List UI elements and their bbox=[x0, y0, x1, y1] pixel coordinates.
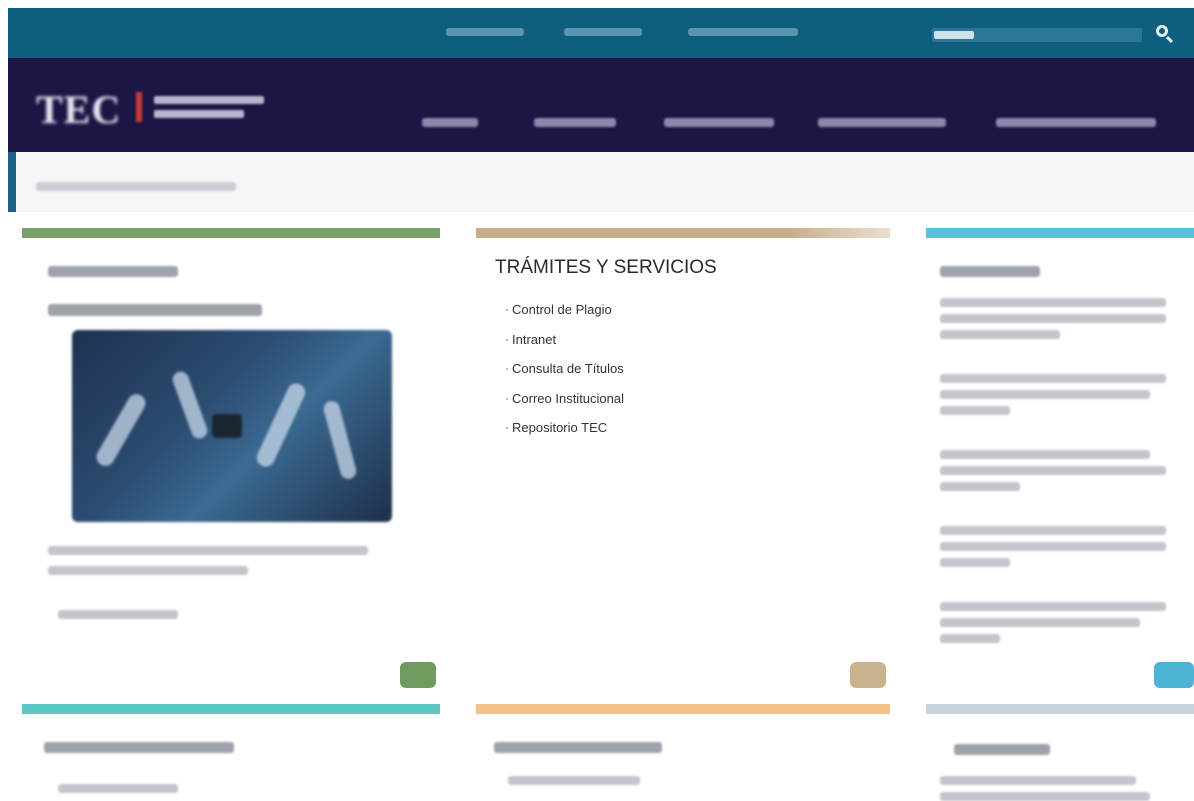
right-card bbox=[926, 228, 1194, 690]
tramites-list: Control de Plagio Intranet Consulta de T… bbox=[506, 301, 624, 449]
link-consulta-de-titulos[interactable]: Consulta de Títulos bbox=[512, 361, 624, 376]
more-button[interactable] bbox=[400, 662, 436, 688]
more-button[interactable] bbox=[1154, 662, 1194, 688]
card-heading bbox=[44, 742, 234, 753]
card-rule bbox=[926, 228, 1194, 238]
news-line[interactable] bbox=[940, 618, 1140, 627]
card-heading bbox=[954, 744, 1050, 755]
news-line[interactable] bbox=[940, 634, 1000, 643]
link-repositorio-tec[interactable]: Repositorio TEC bbox=[512, 420, 607, 435]
news-line[interactable] bbox=[940, 466, 1166, 475]
card-heading bbox=[940, 266, 1040, 277]
tramites-item[interactable]: Consulta de Títulos bbox=[506, 360, 624, 390]
tec-logo[interactable]: TEC bbox=[36, 80, 276, 132]
tramites-item[interactable]: Repositorio TEC bbox=[506, 419, 624, 449]
main-navbar: TEC bbox=[8, 58, 1194, 152]
bottom-left-card bbox=[22, 704, 440, 800]
nav-item[interactable] bbox=[996, 118, 1156, 127]
top-utility-bar bbox=[8, 8, 1194, 58]
card-text bbox=[48, 546, 368, 555]
card-rule bbox=[926, 704, 1194, 714]
news-line[interactable] bbox=[940, 314, 1166, 323]
breadcrumb bbox=[8, 152, 1194, 212]
card-heading bbox=[48, 266, 178, 277]
card-heading bbox=[494, 742, 662, 753]
tramites-item[interactable]: Intranet bbox=[506, 331, 624, 361]
top-link[interactable] bbox=[446, 28, 524, 36]
more-button[interactable] bbox=[850, 662, 886, 688]
tramites-item[interactable]: Correo Institucional bbox=[506, 390, 624, 420]
card-rule bbox=[22, 704, 440, 714]
news-line[interactable] bbox=[940, 776, 1136, 785]
news-line[interactable] bbox=[940, 602, 1166, 611]
news-line[interactable] bbox=[940, 390, 1150, 399]
nav-item[interactable] bbox=[664, 118, 774, 127]
news-line[interactable] bbox=[940, 374, 1166, 383]
card-link[interactable] bbox=[58, 784, 178, 793]
video-thumbnail[interactable] bbox=[72, 330, 392, 522]
card-rule bbox=[476, 228, 890, 238]
news-line[interactable] bbox=[940, 558, 1010, 567]
link-intranet[interactable]: Intranet bbox=[512, 332, 556, 347]
card-rule bbox=[22, 228, 440, 238]
card-subheading bbox=[48, 304, 262, 316]
top-link[interactable] bbox=[688, 28, 798, 36]
play-icon[interactable] bbox=[212, 414, 242, 438]
nav-item[interactable] bbox=[422, 118, 478, 127]
bottom-center-card bbox=[476, 704, 890, 800]
nav-item[interactable] bbox=[818, 118, 946, 127]
news-line[interactable] bbox=[940, 482, 1020, 491]
card-text bbox=[48, 566, 248, 575]
news-line[interactable] bbox=[940, 330, 1060, 339]
news-line[interactable] bbox=[940, 450, 1150, 459]
top-link[interactable] bbox=[564, 28, 642, 36]
news-line[interactable] bbox=[940, 298, 1166, 307]
search-icon[interactable] bbox=[1156, 25, 1168, 37]
tramites-card bbox=[476, 228, 890, 690]
nav-item[interactable] bbox=[534, 118, 616, 127]
tramites-item[interactable]: Control de Plagio bbox=[506, 301, 624, 331]
card-rule bbox=[476, 704, 890, 714]
news-line[interactable] bbox=[940, 406, 1010, 415]
card-link[interactable] bbox=[508, 776, 640, 785]
card-link[interactable] bbox=[58, 610, 178, 619]
search-input[interactable] bbox=[932, 28, 1142, 42]
bottom-right-card bbox=[926, 704, 1194, 801]
news-line[interactable] bbox=[940, 526, 1166, 535]
link-control-de-plagio[interactable]: Control de Plagio bbox=[512, 302, 612, 317]
link-correo-institucional[interactable]: Correo Institucional bbox=[512, 391, 624, 406]
news-line[interactable] bbox=[940, 542, 1166, 551]
tramites-title: TRÁMITES Y SERVICIOS bbox=[495, 257, 717, 278]
